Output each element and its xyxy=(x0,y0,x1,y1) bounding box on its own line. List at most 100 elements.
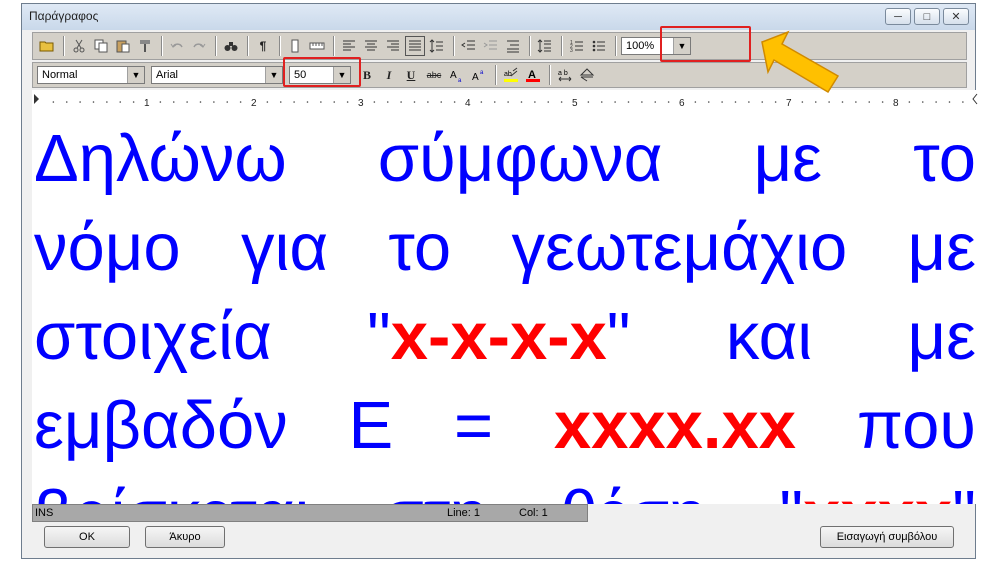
ruler-tick xyxy=(493,101,496,103)
ruler-tick xyxy=(427,101,429,103)
ruler-tick xyxy=(694,101,697,103)
document-line: Δηλώνω σύμφωνα με το xyxy=(32,114,982,203)
ruler-tick xyxy=(707,101,710,103)
paste-icon[interactable] xyxy=(113,36,133,56)
align-left-icon[interactable] xyxy=(339,36,359,56)
bullet-list-icon[interactable] xyxy=(589,36,609,56)
subscript-icon[interactable]: Aa xyxy=(447,65,467,85)
ruler-tick xyxy=(534,101,536,103)
toolbar-separator xyxy=(215,36,217,56)
format-painter-icon[interactable] xyxy=(135,36,155,56)
copy-icon[interactable] xyxy=(91,36,111,56)
ruler-label: 2 xyxy=(251,98,257,109)
ruler-tick xyxy=(92,101,95,103)
text-run: που xyxy=(796,388,977,463)
yellow-arrow-icon xyxy=(761,30,840,94)
ruler-label: 3 xyxy=(358,98,364,109)
text-direction-icon[interactable] xyxy=(577,65,597,85)
toolbar-separator xyxy=(333,36,335,56)
paragraph-spacing-icon[interactable] xyxy=(535,36,555,56)
undo-icon[interactable] xyxy=(167,36,187,56)
maximize-button[interactable]: □ xyxy=(914,8,940,25)
text-box-icon[interactable] xyxy=(285,36,305,56)
ruler-tick xyxy=(748,101,750,103)
ruler-tick xyxy=(587,101,590,103)
ruler-label: 1 xyxy=(144,98,150,109)
document-line: στοιχεία "x-x-x-x" και με xyxy=(32,292,982,381)
window-controls: ─ □ ✕ xyxy=(885,8,969,25)
ruler-tick xyxy=(79,101,81,103)
ruler-tick xyxy=(132,101,135,103)
style-select[interactable]: Normal ▼ xyxy=(37,66,145,84)
ruler-tick xyxy=(400,101,402,103)
superscript-icon[interactable]: Aa xyxy=(469,65,489,85)
ruler-label: 6 xyxy=(679,98,685,109)
chevron-down-icon[interactable]: ▼ xyxy=(127,67,144,83)
ruler-tick xyxy=(239,101,242,103)
align-right-icon[interactable] xyxy=(383,36,403,56)
ruler-tick xyxy=(320,101,322,103)
toolbar-separator xyxy=(279,36,281,56)
document-line: βρίσκεται στη θέση "xxxx" xyxy=(32,470,982,504)
highlight-icon[interactable]: ab xyxy=(501,65,521,85)
character-spacing-icon[interactable]: a b xyxy=(555,65,575,85)
ok-button[interactable]: OK xyxy=(44,526,130,548)
ruler-tick xyxy=(667,101,670,103)
ruler-label: 8 xyxy=(893,98,899,109)
cut-icon[interactable] xyxy=(69,36,89,56)
numbered-list-icon[interactable]: 123 xyxy=(567,36,587,56)
style-value: Normal xyxy=(42,69,78,81)
ruler-tick xyxy=(199,101,202,103)
toolbar-separator xyxy=(247,36,249,56)
placeholder-value: xxxx xyxy=(803,477,952,504)
open-folder-icon[interactable] xyxy=(37,36,57,56)
ruler-tick xyxy=(814,101,817,103)
ruler-tick xyxy=(627,101,630,103)
insert-mode-indicator: INS xyxy=(35,507,54,519)
font-color-icon[interactable]: A xyxy=(523,65,543,85)
find-binoculars-icon[interactable] xyxy=(221,36,241,56)
justify-icon[interactable] xyxy=(405,36,425,56)
ruler-tick xyxy=(948,101,951,103)
minimize-button[interactable]: ─ xyxy=(885,8,911,25)
right-indent-marker[interactable] xyxy=(972,93,978,105)
cancel-button[interactable]: Άκυρο xyxy=(145,526,225,548)
ruler-tick xyxy=(159,101,162,103)
ruler-label: 7 xyxy=(786,98,792,109)
svg-text:A: A xyxy=(472,72,479,83)
ruler-tick xyxy=(507,101,509,103)
line-spacing-icon[interactable] xyxy=(427,36,447,56)
insert-symbol-button[interactable]: Εισαγωγή συμβόλου xyxy=(820,526,954,548)
toolbar-separator xyxy=(529,36,531,56)
increase-indent-icon[interactable] xyxy=(481,36,501,56)
strikethrough-button[interactable]: abc xyxy=(423,65,445,85)
text-run: νόμο για το γεωτεμάχιο με xyxy=(34,210,976,285)
ruler-tick xyxy=(386,101,389,103)
svg-text:3: 3 xyxy=(570,48,573,54)
underline-button[interactable]: U xyxy=(401,65,421,85)
align-center-icon[interactable] xyxy=(361,36,381,56)
ruler-tick xyxy=(172,101,175,103)
ruler-tick xyxy=(614,101,616,103)
ruler-tick xyxy=(935,101,937,103)
status-bar: INS Line: 1 Col: 1 xyxy=(32,504,588,522)
left-indent-marker[interactable] xyxy=(34,94,39,104)
ruler-tick xyxy=(226,101,229,103)
close-button[interactable]: ✕ xyxy=(943,8,969,25)
ruler-icon[interactable] xyxy=(307,36,327,56)
placeholder-value: xxxx.xx xyxy=(553,388,797,463)
chevron-down-icon[interactable]: ▼ xyxy=(265,67,282,83)
decrease-indent-icon[interactable] xyxy=(459,36,479,56)
first-line-indent-icon[interactable] xyxy=(503,36,523,56)
redo-icon[interactable] xyxy=(189,36,209,56)
ruler-tick xyxy=(600,101,603,103)
document-editor[interactable]: Δηλώνω σύμφωνα με το νόμο για το γεωτεμάχ… xyxy=(32,114,982,504)
toolbar-separator xyxy=(495,65,497,85)
text-run: " xyxy=(952,477,976,504)
font-select[interactable]: Arial ▼ xyxy=(151,66,283,84)
ruler-tick xyxy=(734,101,737,103)
pilcrow-icon[interactable]: ¶ xyxy=(253,36,273,56)
ruler-tick xyxy=(962,101,964,103)
line-indicator: Line: 1 xyxy=(447,507,481,519)
italic-button[interactable]: I xyxy=(379,65,399,85)
